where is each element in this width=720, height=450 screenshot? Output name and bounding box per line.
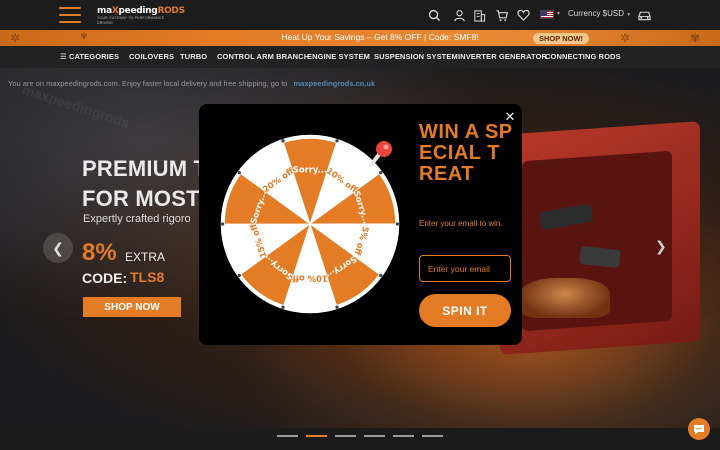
hero-code-label: CODE: xyxy=(82,270,128,286)
nav-item-connecting-rods[interactable]: CONNECTING RODS xyxy=(545,52,621,61)
site-logo[interactable]: maXpeedingRODS YOUR GATEWAY TO PERFORMAN… xyxy=(97,6,185,25)
hero-discount-percent: 8% xyxy=(82,239,117,266)
wheel-peg xyxy=(335,139,339,143)
search-icon[interactable] xyxy=(427,8,441,22)
nav-categories[interactable]: ☰ CATEGORIES xyxy=(60,52,119,61)
wheel-peg xyxy=(379,170,383,175)
promo-banner[interactable]: ✲ ✾ ✲ ✾ Heat Up Your Savings – Get 8% OF… xyxy=(0,30,720,46)
region-link[interactable]: maxpeedingrods.co.uk xyxy=(293,79,375,88)
nav-item-coilovers[interactable]: COILOVERS xyxy=(129,52,174,61)
hero-code-value: TLS8 xyxy=(130,269,165,285)
account-icon[interactable] xyxy=(452,8,466,22)
nav-item-engine-system[interactable]: ENGINE SYSTEM xyxy=(307,52,370,61)
region-notice-text: You are on maxpeedingrods.com. Enjoy fas… xyxy=(8,79,288,88)
spin-it-button[interactable]: SPIN IT xyxy=(419,294,511,327)
logo-tagline: YOUR GATEWAY TO PERFORMANCE DRIVING xyxy=(97,16,165,25)
wheel-peg xyxy=(281,139,285,143)
nav-item-control-arm-branch[interactable]: CONTROL ARM BRANCH xyxy=(217,52,309,61)
wheel-peg xyxy=(281,305,285,309)
currency-selector[interactable]: Currency $USD ▼ xyxy=(568,9,631,18)
promo-shop-now-button[interactable]: SHOP NOW! xyxy=(533,32,590,44)
chevron-left-icon: ❮ xyxy=(52,239,64,256)
car-icon[interactable] xyxy=(636,8,652,22)
wheel-peg xyxy=(220,222,225,226)
slider-dot[interactable] xyxy=(335,435,356,437)
slider-footer xyxy=(0,428,720,450)
wheel-peg xyxy=(335,305,339,309)
slider-dot[interactable] xyxy=(277,435,298,437)
list-icon: ☰ xyxy=(60,52,70,61)
nav-item-turbo[interactable]: TURBO xyxy=(180,52,207,61)
nav-item-inverter-generator[interactable]: INVERTER GENERATOR xyxy=(458,52,547,61)
chat-button[interactable] xyxy=(688,418,710,440)
chat-icon xyxy=(694,424,704,434)
nav-item-suspension-system[interactable]: SUSPENSION SYSTEM xyxy=(374,52,458,61)
chevron-right-icon: ❯ xyxy=(655,238,667,254)
menu-icon[interactable] xyxy=(59,7,81,23)
slider-prev-button[interactable]: ❮ xyxy=(43,233,73,263)
flag-dropdown-icon: ▼ xyxy=(556,11,561,17)
hero-subtitle: Expertly crafted rigoro xyxy=(83,213,191,225)
cart-icon[interactable] xyxy=(495,8,509,22)
us-flag-icon[interactable] xyxy=(540,10,554,19)
logo-wordmark: maXpeedingRODS xyxy=(97,6,185,16)
promo-text: Heat Up Your Savings – Get 8% OFF | Code… xyxy=(281,32,479,42)
slider-dot[interactable] xyxy=(422,435,443,437)
popup-title: WIN A SPECIAL TREAT xyxy=(419,121,513,185)
slider-next-button[interactable]: ❯ xyxy=(655,238,667,255)
email-input[interactable] xyxy=(419,255,511,282)
nav-categories-label: CATEGORIES xyxy=(69,52,120,61)
slider-dot[interactable] xyxy=(393,435,414,437)
wishlist-icon[interactable] xyxy=(516,8,530,22)
wheel-peg xyxy=(379,273,383,278)
popup-description: Enter your email to win. xyxy=(419,219,503,228)
wheel-peg xyxy=(395,222,400,226)
hero-shop-now-button[interactable]: SHOP NOW xyxy=(83,297,181,317)
wheel-peg xyxy=(237,273,241,278)
wheel-segment-label: Sorry... xyxy=(293,165,327,175)
store-icon[interactable] xyxy=(472,8,486,22)
wheel-segment-label: 10% off xyxy=(292,273,328,283)
currency-label: Currency $USD xyxy=(568,9,625,18)
wheel-pointer-icon xyxy=(369,141,392,167)
wheel-peg xyxy=(237,170,241,175)
hero-extra-label: EXTRA xyxy=(125,250,166,264)
region-notice: You are on maxpeedingrods.com. Enjoy fas… xyxy=(8,79,375,88)
slider-dot[interactable] xyxy=(364,435,385,437)
category-nav: ☰ CATEGORIES COILOVERS TURBO CONTROL ARM… xyxy=(0,46,720,68)
slider-dot[interactable] xyxy=(306,435,327,437)
top-header: maXpeedingRODS YOUR GATEWAY TO PERFORMAN… xyxy=(0,0,720,30)
car-image xyxy=(520,278,610,318)
